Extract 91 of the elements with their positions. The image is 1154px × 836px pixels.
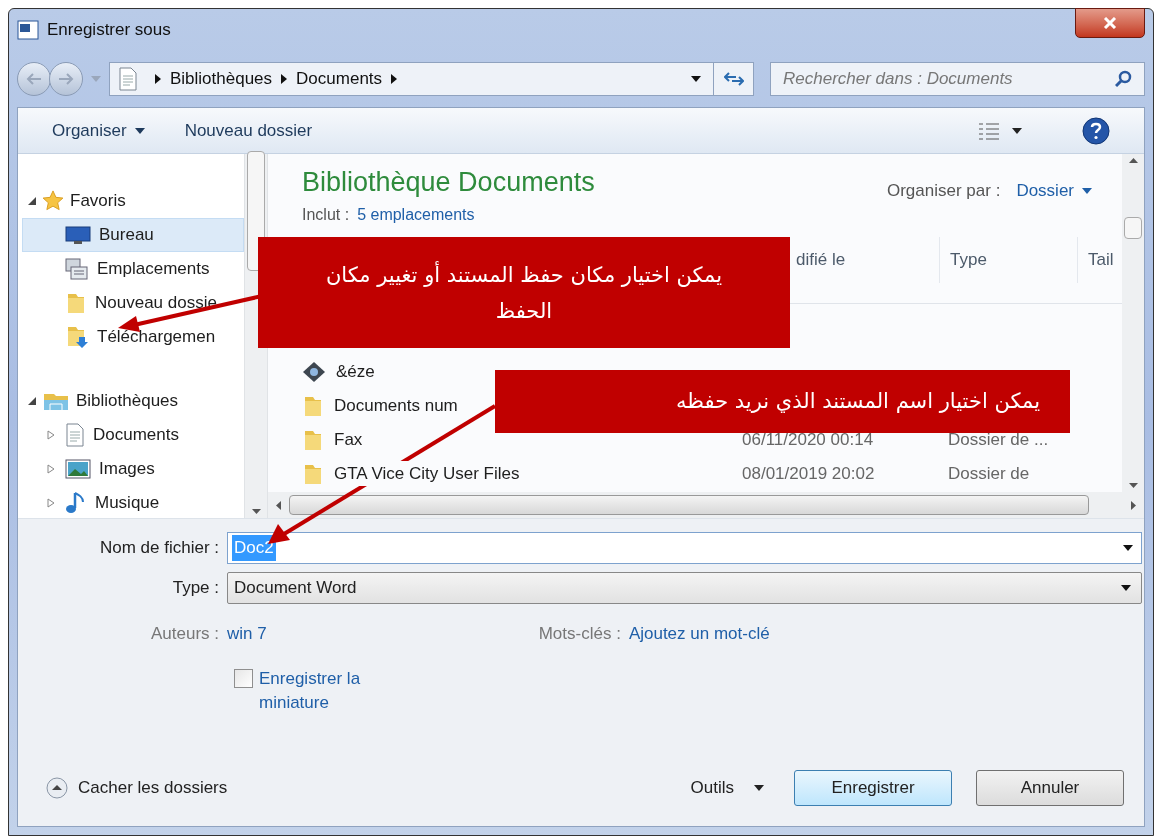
tools-button[interactable]: Outils xyxy=(690,775,764,801)
column-header[interactable]: Type xyxy=(940,236,1078,283)
caret-icon xyxy=(1082,187,1092,194)
scroll-right-icon[interactable] xyxy=(1131,500,1136,510)
document-icon xyxy=(65,423,85,447)
collapse-icon xyxy=(46,777,68,799)
horizontal-scrollbar[interactable] xyxy=(268,492,1144,518)
collapsed-arrow-icon[interactable] xyxy=(47,498,55,508)
collapsed-arrow-icon[interactable] xyxy=(47,464,55,474)
annotation-tooltip: يمكن اختيار مكان حفظ المستند أو تغيير مكان الحفظ xyxy=(258,237,790,348)
sidebar-heading[interactable]: Favoris xyxy=(70,188,126,214)
close-button[interactable] xyxy=(1075,8,1145,38)
arrange-by-dropdown[interactable]: Dossier xyxy=(1016,178,1092,204)
arrange-by-label: Organiser par : xyxy=(887,180,1001,202)
filename-label: Nom de fichier : xyxy=(98,537,220,560)
sidebar-item[interactable]: Documents xyxy=(22,418,245,452)
computer-icon xyxy=(65,258,89,280)
tags-label: Mots-clés : xyxy=(538,623,622,646)
monitor-icon xyxy=(65,226,91,244)
refresh-icon xyxy=(723,71,744,87)
list-view-icon xyxy=(978,121,1000,140)
word-document-icon xyxy=(17,20,39,40)
modified-date: 08/01/2019 20:02 xyxy=(742,463,875,483)
scroll-down-icon[interactable] xyxy=(251,509,261,514)
column-header[interactable]: Tail xyxy=(1078,236,1122,283)
document-icon xyxy=(118,67,138,91)
includes-label: Inclut : xyxy=(302,204,350,225)
expanded-arrow-icon[interactable] xyxy=(28,197,36,205)
type-dropdown[interactable]: Document Word xyxy=(227,572,1142,604)
caret-icon xyxy=(754,785,764,791)
forward-arrow-icon xyxy=(58,73,74,85)
caret-icon xyxy=(1123,545,1133,551)
scroll-left-icon[interactable] xyxy=(276,500,281,510)
library-title: Bibliothèque Documents xyxy=(302,166,595,199)
scroll-up-icon[interactable] xyxy=(1128,158,1138,163)
sidebar-item[interactable]: Bureau xyxy=(22,218,245,252)
type-label: Type : xyxy=(171,577,220,600)
sidebar-item[interactable]: Emplacements xyxy=(22,252,245,286)
caret-icon xyxy=(1121,585,1131,591)
new-folder-button[interactable]: Nouveau dossier xyxy=(184,117,313,144)
thumbnail-label[interactable]: Enregistrer la miniature xyxy=(259,667,389,715)
caret-icon xyxy=(134,127,145,134)
sidebar-item[interactable]: Images xyxy=(22,452,245,486)
breadcrumb[interactable]: Bibliothèques xyxy=(170,66,273,92)
sidebar-heading[interactable]: Bibliothèques xyxy=(76,388,179,414)
thumbnail-checkbox[interactable] xyxy=(234,669,253,688)
authors-link[interactable]: win 7 xyxy=(227,621,267,647)
chevron-icon[interactable] xyxy=(390,74,399,84)
sidebar-item[interactable]: Nouveau dossie xyxy=(22,286,245,320)
help-icon[interactable] xyxy=(1082,116,1110,145)
address-bar[interactable]: Bibliothèques Documents xyxy=(109,62,754,96)
caret-icon xyxy=(1012,127,1022,134)
breadcrumb[interactable]: Documents xyxy=(296,66,383,92)
search-field[interactable]: Rechercher dans : Documents xyxy=(770,62,1145,96)
scroll-thumb[interactable] xyxy=(289,495,1089,515)
hide-folders-button[interactable]: Cacher les dossiers xyxy=(46,775,228,801)
view-options-button[interactable] xyxy=(978,121,1022,140)
folder-icon xyxy=(302,428,324,451)
window-title: Enregistrer sous xyxy=(47,19,171,42)
folder-icon xyxy=(65,292,87,314)
caret-icon xyxy=(91,76,101,82)
tags-link[interactable]: Ajoutez un mot-clé xyxy=(628,621,770,647)
save-button[interactable]: Enregistrer xyxy=(794,770,952,806)
scroll-down-icon[interactable] xyxy=(1128,483,1138,488)
folder-download-icon xyxy=(65,325,89,349)
chevron-icon[interactable] xyxy=(154,74,162,84)
scroll-thumb[interactable] xyxy=(247,151,266,271)
organize-menu-button[interactable]: Organiser xyxy=(52,117,145,144)
annotation-tooltip: يمكن اختيار اسم المستند الذي نريد حفظه xyxy=(495,370,1070,433)
sidebar-item[interactable]: Téléchargemen xyxy=(22,320,245,354)
authors-label: Auteurs : xyxy=(149,623,220,646)
file-type: Dossier de xyxy=(948,462,1030,485)
vertical-scrollbar[interactable] xyxy=(1122,154,1144,492)
cancel-button[interactable]: Annuler xyxy=(976,770,1124,806)
music-note-icon xyxy=(65,491,87,515)
filename-value: Doc2 xyxy=(232,535,276,561)
close-icon xyxy=(1103,17,1117,29)
locations-link[interactable]: 5 emplacements xyxy=(357,202,475,227)
folder-icon xyxy=(302,394,324,417)
search-icon xyxy=(1115,70,1133,88)
expanded-arrow-icon[interactable] xyxy=(28,397,36,405)
back-arrow-icon xyxy=(26,73,42,85)
chevron-icon[interactable] xyxy=(280,74,289,84)
image-icon xyxy=(65,459,91,479)
sidebar-item[interactable]: Musique xyxy=(22,486,245,520)
scroll-thumb[interactable] xyxy=(1124,217,1142,239)
caret-icon xyxy=(691,76,701,82)
folder-icon xyxy=(302,462,324,485)
collapsed-arrow-icon[interactable] xyxy=(47,430,55,440)
file-name[interactable]: GTA Vice City User Files xyxy=(334,460,520,487)
star-icon xyxy=(42,190,64,212)
